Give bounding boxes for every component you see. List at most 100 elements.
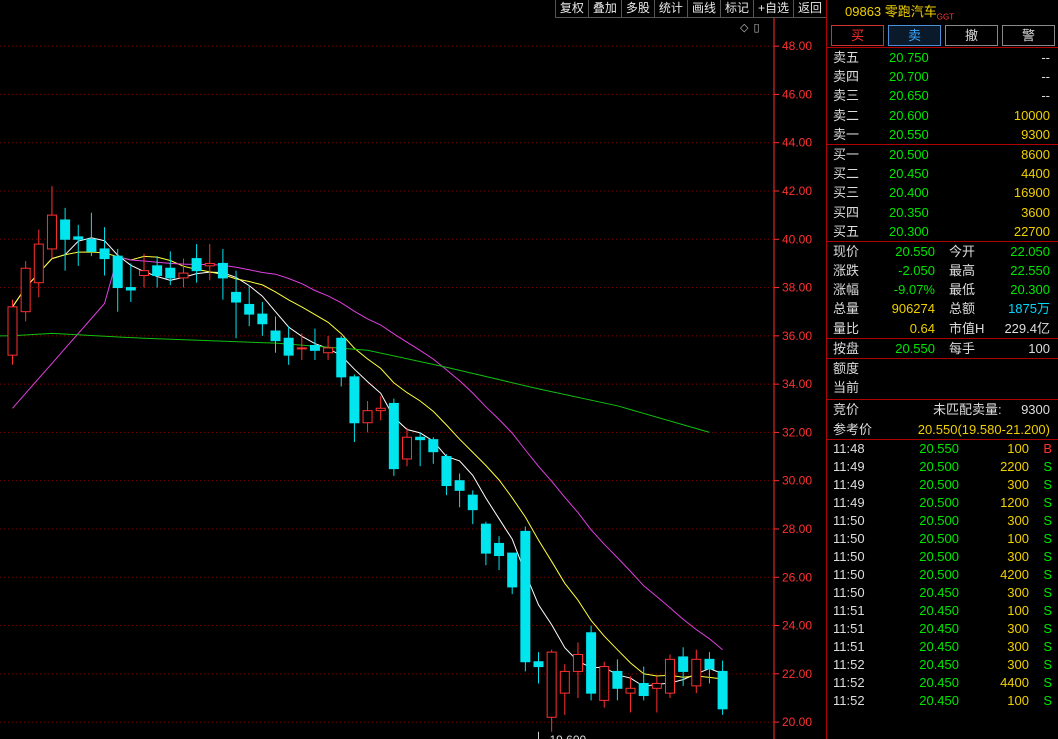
draw-line-button[interactable]: 画线 xyxy=(686,0,720,18)
candle xyxy=(441,456,452,487)
candle xyxy=(362,410,373,424)
level-label: 买四 xyxy=(833,204,860,220)
candle xyxy=(244,303,255,315)
overlay-button[interactable]: 叠加 xyxy=(587,0,621,18)
multi-stock-button[interactable]: 多股 xyxy=(620,0,654,18)
tick-side: S xyxy=(1043,602,1052,618)
tick-row: 11:52 20.450 100 S xyxy=(827,692,1058,710)
tick-volume: 1200 xyxy=(1000,494,1029,510)
level-price: 20.550 xyxy=(889,126,929,142)
quote-value: -9.07% xyxy=(893,282,935,298)
quote-row: 总量 906274 总额 1875万 xyxy=(827,299,1058,318)
y-tick-label: 38.00 xyxy=(782,281,812,295)
mark-button[interactable]: 标记 xyxy=(719,0,753,18)
quote-label: 涨幅 xyxy=(833,282,860,298)
candle xyxy=(651,682,662,689)
y-tick-label: 42.00 xyxy=(782,184,812,198)
candle xyxy=(678,656,689,672)
level-price: 20.300 xyxy=(889,223,929,239)
candle xyxy=(388,402,399,470)
tick-price: 20.500 xyxy=(919,476,959,492)
candle xyxy=(612,670,623,689)
add-watchlist-button[interactable]: +自选 xyxy=(752,0,793,18)
tick-price: 20.450 xyxy=(919,674,959,690)
cancel-order-button[interactable]: 撤 xyxy=(945,25,998,46)
kline-chart-area[interactable]: 48.00 46.00 44.00 42.00 40.00 38.00 36.00 34.00… xyxy=(0,0,826,739)
tick-price: 20.500 xyxy=(919,494,959,510)
bid-book: 买一 20.500 8600 买二 20.450 4400 买三 20.400 16900 买四 2… xyxy=(827,145,1058,241)
tick-price: 20.450 xyxy=(919,638,959,654)
candle xyxy=(665,658,675,694)
y-tick-label: 34.00 xyxy=(782,377,812,391)
tick-row: 11:51 20.450 300 S xyxy=(827,620,1058,638)
candle xyxy=(454,480,465,491)
quote-value: 22.550 xyxy=(1010,263,1050,279)
quote-label: 最高 xyxy=(949,263,976,279)
level-label: 卖三 xyxy=(833,88,860,104)
quote-value: 22.050 xyxy=(1010,243,1050,259)
tick-side: S xyxy=(1043,566,1052,582)
level-price: 20.500 xyxy=(889,146,929,162)
amount-row: 额度 xyxy=(827,359,1058,378)
level-price: 20.600 xyxy=(889,107,929,123)
alert-button[interactable]: 警 xyxy=(1002,25,1055,46)
tick-time: 11:50 xyxy=(833,512,865,528)
statistics-button[interactable]: 统计 xyxy=(653,0,687,18)
tick-side: S xyxy=(1043,638,1052,654)
tick-side: S xyxy=(1043,584,1052,600)
level-volume: -- xyxy=(1041,88,1050,104)
restore-rights-button[interactable]: 复权 xyxy=(554,0,588,18)
bid-row: 买三 20.400 16900 xyxy=(827,183,1058,202)
level-volume: -- xyxy=(1041,50,1050,65)
candle xyxy=(507,552,518,588)
tick-price: 20.550 xyxy=(919,440,959,456)
buy-button[interactable]: 买 xyxy=(831,25,884,46)
tick-volume: 300 xyxy=(1007,476,1029,492)
candle xyxy=(283,337,294,356)
tick-volume: 100 xyxy=(1007,440,1029,456)
quote-value: 906274 xyxy=(891,301,935,317)
level-price: 20.700 xyxy=(889,69,929,85)
tick-time: 11:48 xyxy=(833,440,865,456)
level-volume: 9300 xyxy=(1021,126,1050,142)
quote-value: 229.4亿 xyxy=(1004,320,1050,336)
tick-time: 11:51 xyxy=(833,602,865,618)
level-label: 买三 xyxy=(833,185,860,201)
sell-button[interactable]: 卖 xyxy=(888,25,941,46)
panel-toggle-icon[interactable]: ▯ xyxy=(753,21,759,34)
tick-volume: 100 xyxy=(1007,602,1029,618)
board-lot-row: 按盘 20.550 每手 100 xyxy=(827,339,1058,358)
tick-time: 11:52 xyxy=(833,692,865,708)
tick-row: 11:51 20.450 100 S xyxy=(827,602,1058,620)
quote-summary: 现价 20.550 今开 22.050 涨跌 -2.050 最高 22.550 涨幅 -9.07%… xyxy=(827,242,1058,338)
y-tick-label: 44.00 xyxy=(782,136,812,150)
candle xyxy=(402,436,412,460)
y-tick-label: 40.00 xyxy=(782,232,812,246)
tick-volume: 300 xyxy=(1007,638,1029,654)
quote-value: 20.300 xyxy=(1010,282,1050,298)
candle xyxy=(494,542,505,557)
back-button[interactable]: 返回 xyxy=(792,0,826,18)
level-volume: 4400 xyxy=(1021,166,1050,182)
candle xyxy=(139,270,149,276)
tick-price: 20.450 xyxy=(919,584,959,600)
candlestick-chart[interactable]: 48.00 46.00 44.00 42.00 40.00 38.00 36.00 34.00… xyxy=(0,0,826,739)
tick-price: 20.500 xyxy=(919,548,959,564)
tick-price: 20.500 xyxy=(919,458,959,474)
tick-list[interactable]: 11:48 20.550 100 B 11:49 20.500 2200 S 11:49 20.5… xyxy=(827,440,1058,710)
tick-price: 20.450 xyxy=(919,602,959,618)
chart-toolbar: 复权 叠加 多股 统计 画线 标记 +自选 返回 xyxy=(0,0,826,18)
quote-value: 20.550 xyxy=(895,243,935,259)
tick-row: 11:50 20.500 100 S xyxy=(827,530,1058,548)
tick-row: 11:50 20.500 4200 S xyxy=(827,566,1058,584)
level-volume: 10000 xyxy=(1013,107,1050,123)
tick-price: 20.450 xyxy=(919,656,959,672)
ma20-line xyxy=(12,256,723,651)
candle xyxy=(20,267,31,313)
tick-row: 11:51 20.450 300 S xyxy=(827,638,1058,656)
candle xyxy=(717,670,728,710)
diamond-icon[interactable]: ◇ xyxy=(740,21,748,34)
y-tick-label: 24.00 xyxy=(782,619,812,633)
ask-row: 卖三 20.650 -- xyxy=(827,86,1058,105)
quote-panel: 09863 零跑汽车GGT 买 卖 撤 警 卖五 20.750 -- 卖四 20.700… xyxy=(826,0,1058,739)
